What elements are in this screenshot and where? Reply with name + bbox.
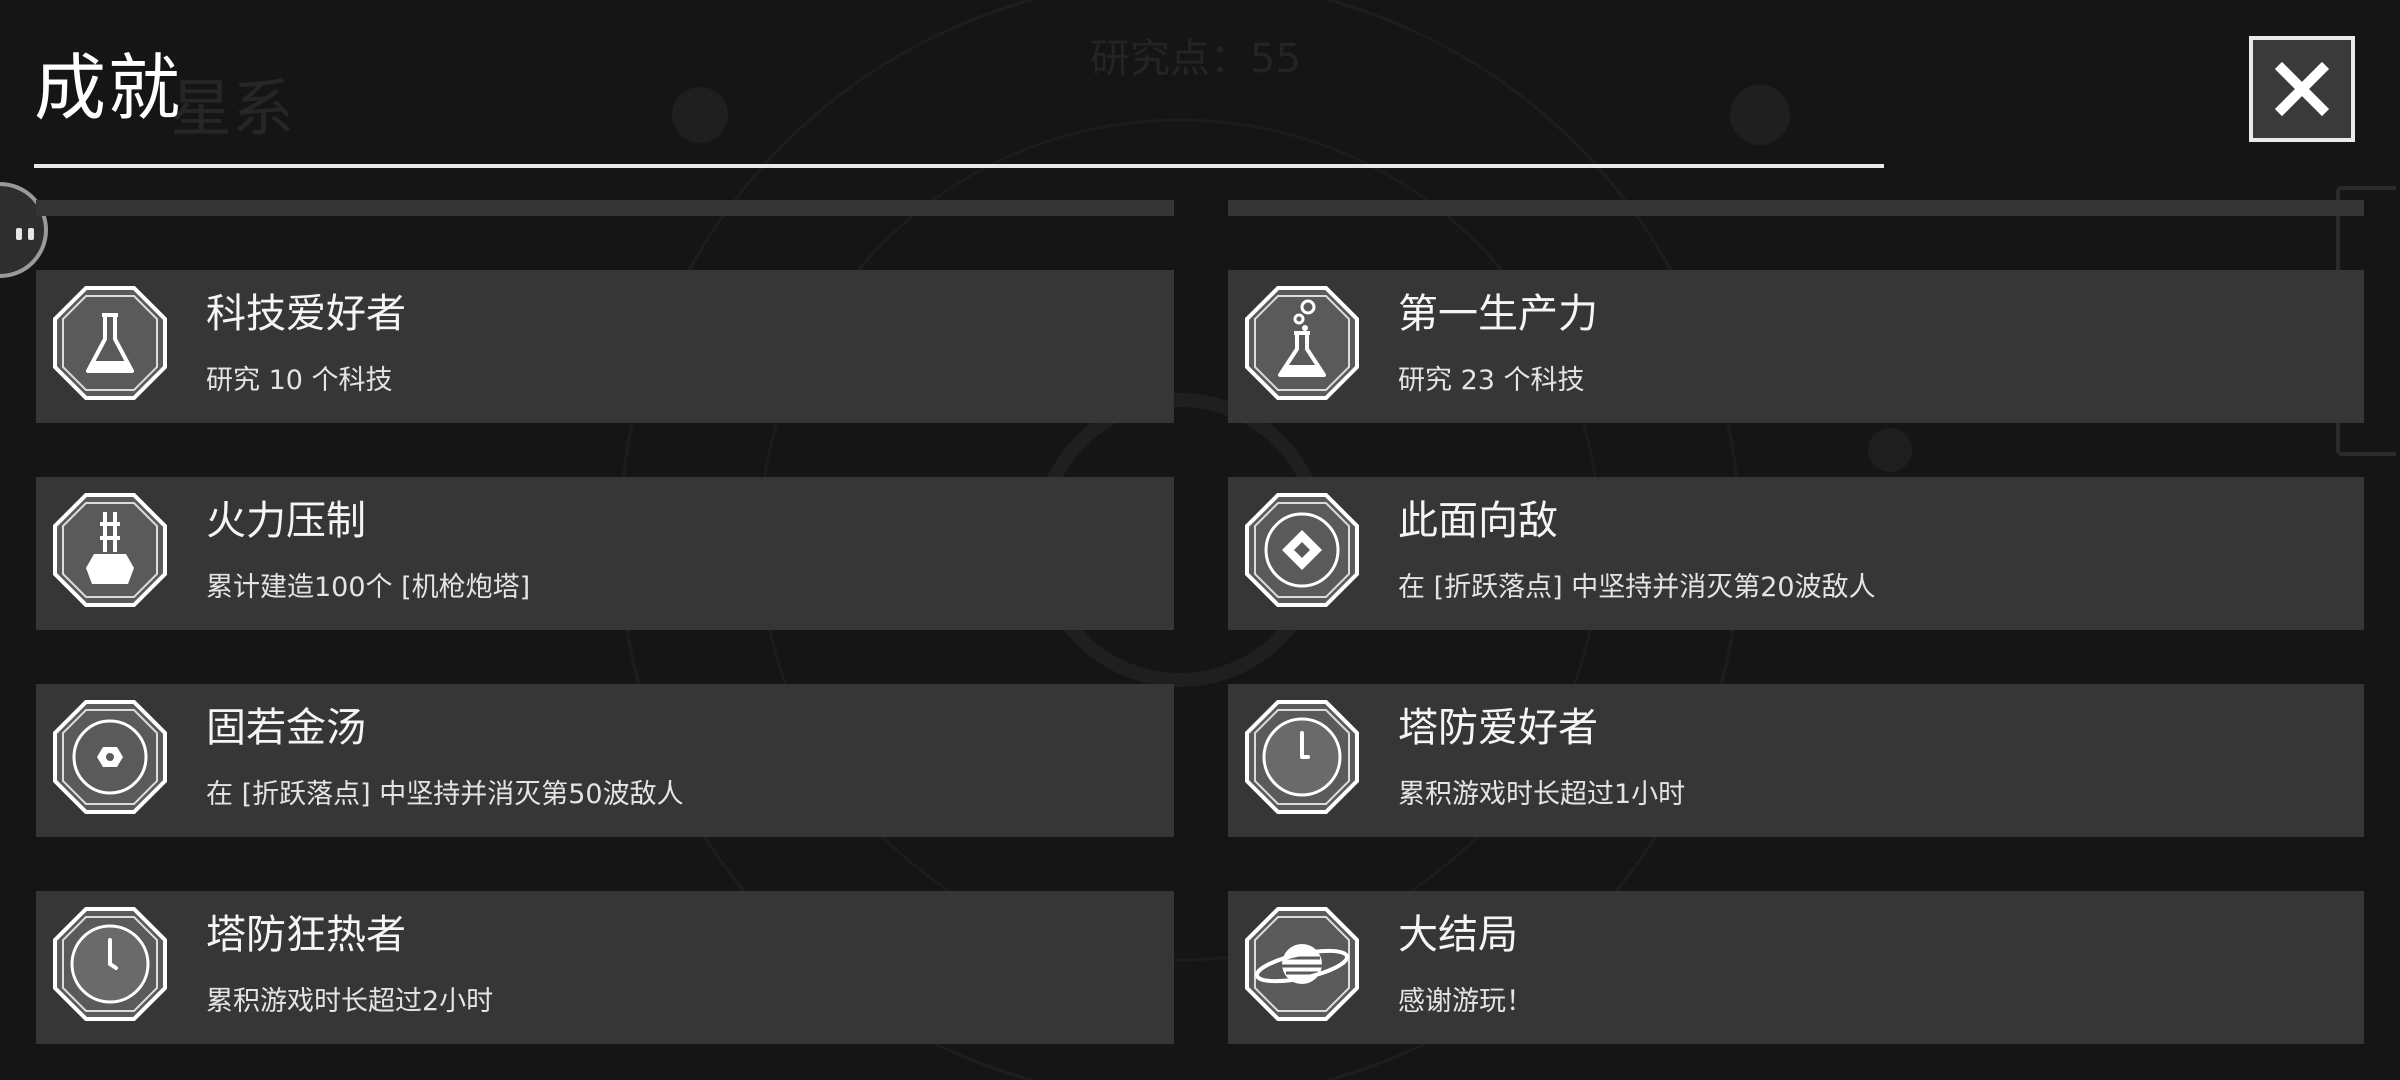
fortress-ring-icon bbox=[52, 699, 168, 815]
achievement-card[interactable]: 塔防爱好者 累积游戏时长超过1小时 bbox=[1228, 684, 2364, 837]
close-button[interactable] bbox=[2249, 36, 2355, 142]
bubbling-flask-icon bbox=[1244, 285, 1360, 401]
background-research-points: 研究点：55 bbox=[1090, 36, 1301, 82]
achievement-card[interactable]: 火力压制 累计建造100个 [机枪炮塔] bbox=[36, 477, 1174, 630]
close-icon bbox=[2274, 61, 2330, 117]
clock-icon bbox=[1244, 699, 1360, 815]
achievement-title: 此面向敌 bbox=[1398, 498, 1558, 544]
pause-icon bbox=[16, 228, 34, 240]
title-underline bbox=[34, 164, 1884, 168]
flask-icon bbox=[52, 285, 168, 401]
achievement-title: 塔防狂热者 bbox=[206, 912, 406, 958]
achievement-description: 累积游戏时长超过1小时 bbox=[1398, 779, 1686, 810]
diamond-target-icon bbox=[1244, 492, 1360, 608]
list-item-partial bbox=[1228, 200, 2364, 216]
clock-icon bbox=[52, 906, 168, 1022]
achievement-title: 塔防爱好者 bbox=[1398, 705, 1598, 751]
background-galaxy-label: 星系 bbox=[170, 72, 295, 145]
achievement-description: 感谢游玩！ bbox=[1398, 986, 1533, 1017]
achievement-description: 累计建造100个 [机枪炮塔] bbox=[206, 572, 531, 603]
achievement-card[interactable]: 大结局 感谢游玩！ bbox=[1228, 891, 2364, 1044]
achievement-description: 在 [折跃落点] 中坚持并消灭第20波敌人 bbox=[1398, 572, 1876, 603]
achievement-title: 火力压制 bbox=[206, 498, 366, 544]
machine-gun-turret-icon bbox=[52, 492, 168, 608]
achievement-title: 大结局 bbox=[1398, 912, 1518, 958]
achievement-description: 在 [折跃落点] 中坚持并消灭第50波敌人 bbox=[206, 779, 684, 810]
achievement-card[interactable]: 塔防狂热者 累积游戏时长超过2小时 bbox=[36, 891, 1174, 1044]
planet-icon bbox=[1244, 906, 1360, 1022]
achievement-description: 研究 23 个科技 bbox=[1398, 365, 1585, 396]
achievement-card[interactable]: 固若金汤 在 [折跃落点] 中坚持并消灭第50波敌人 bbox=[36, 684, 1174, 837]
achievement-title: 第一生产力 bbox=[1398, 291, 1598, 337]
achievement-card[interactable]: 此面向敌 在 [折跃落点] 中坚持并消灭第20波敌人 bbox=[1228, 477, 2364, 630]
page-title: 成就 bbox=[34, 46, 183, 130]
achievement-title: 科技爱好者 bbox=[206, 291, 406, 337]
achievement-title: 固若金汤 bbox=[206, 705, 366, 751]
achievement-description: 研究 10 个科技 bbox=[206, 365, 393, 396]
list-item-partial bbox=[36, 200, 1174, 216]
side-drawer-tab[interactable] bbox=[0, 182, 48, 278]
achievement-card[interactable]: 第一生产力 研究 23 个科技 bbox=[1228, 270, 2364, 423]
achievement-card[interactable]: 科技爱好者 研究 10 个科技 bbox=[36, 270, 1174, 423]
achievement-description: 累积游戏时长超过2小时 bbox=[206, 986, 494, 1017]
